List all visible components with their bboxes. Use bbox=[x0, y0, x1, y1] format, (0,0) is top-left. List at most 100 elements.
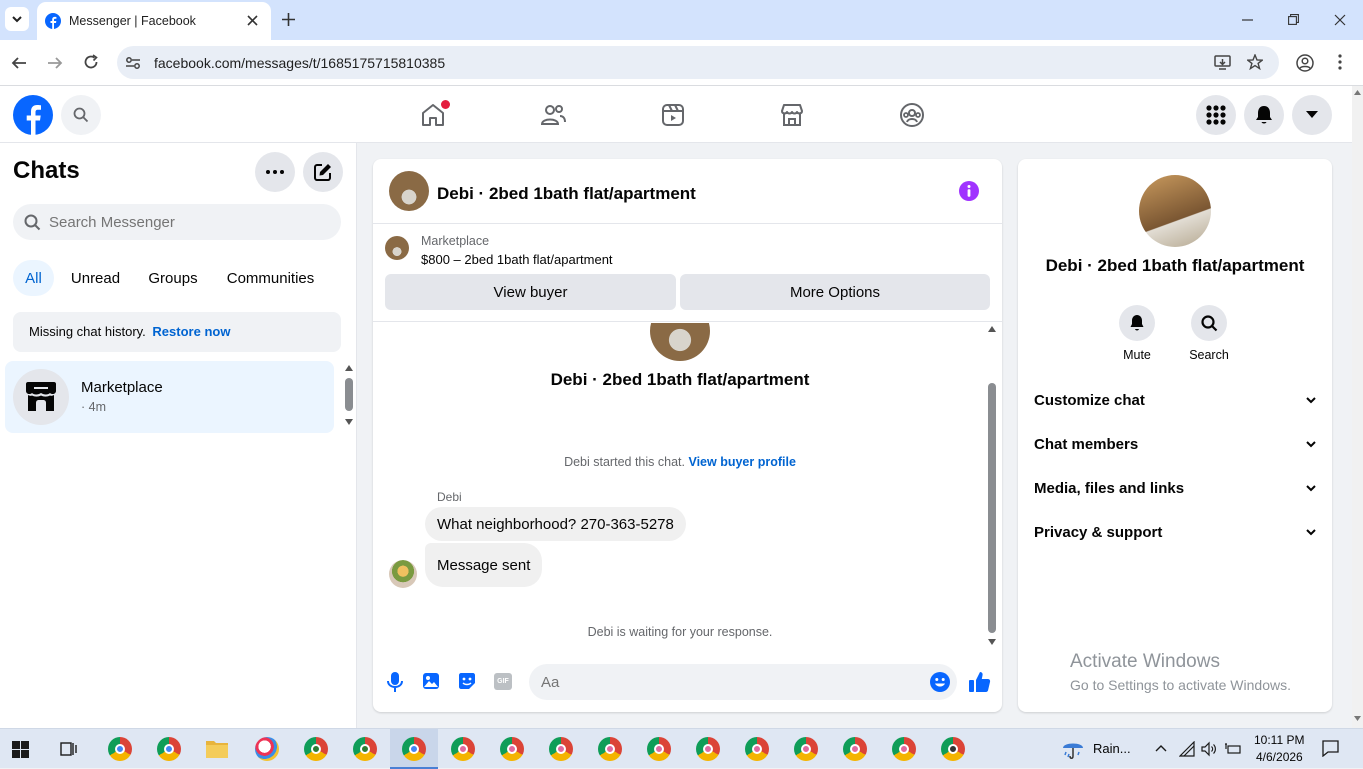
restore-icon[interactable] bbox=[1288, 14, 1299, 25]
battery-plug-icon[interactable] bbox=[1225, 741, 1241, 757]
chrome-taskbar-icon[interactable] bbox=[549, 737, 573, 761]
network-icon[interactable] bbox=[1179, 741, 1195, 757]
install-app-icon[interactable] bbox=[1214, 54, 1231, 71]
tab-list-button[interactable] bbox=[5, 7, 29, 31]
close-window-icon[interactable] bbox=[1334, 14, 1346, 26]
minimize-icon[interactable] bbox=[1242, 19, 1253, 21]
gif-icon[interactable]: GIF bbox=[494, 673, 512, 690]
chrome-taskbar-icon[interactable] bbox=[353, 737, 377, 761]
view-buyer-profile-link[interactable]: View buyer profile bbox=[688, 455, 795, 469]
chrome-profile-taskbar-icon[interactable] bbox=[157, 737, 181, 761]
paint-taskbar-icon[interactable] bbox=[255, 737, 279, 761]
message-bubble[interactable]: What neighborhood? 270-363-5278 bbox=[425, 507, 686, 541]
chrome-taskbar-icon[interactable] bbox=[500, 737, 524, 761]
chrome-taskbar-icon[interactable] bbox=[794, 737, 818, 761]
new-message-button[interactable] bbox=[303, 152, 343, 192]
chrome-taskbar-icon[interactable] bbox=[108, 737, 132, 761]
task-view-icon[interactable] bbox=[60, 740, 78, 758]
search-conversation-button[interactable] bbox=[1191, 305, 1227, 341]
message-input[interactable] bbox=[541, 664, 911, 700]
chrome-taskbar-icon[interactable] bbox=[304, 737, 328, 761]
notification-center-icon[interactable] bbox=[1322, 740, 1339, 757]
search-facebook-button[interactable] bbox=[61, 95, 101, 135]
chrome-taskbar-icon[interactable] bbox=[696, 737, 720, 761]
conversation-title[interactable]: Debi · 2bed 1bath flat/apartment bbox=[437, 184, 696, 204]
facebook-logo-icon[interactable] bbox=[13, 95, 53, 135]
rain-weather-icon[interactable] bbox=[1061, 738, 1085, 760]
address-bar[interactable]: facebook.com/messages/t/1685175715810385 bbox=[117, 46, 1279, 79]
scrollbar-thumb[interactable] bbox=[988, 383, 996, 633]
chat-options-button[interactable] bbox=[255, 152, 295, 192]
like-thumb-icon[interactable] bbox=[969, 671, 991, 693]
chrome-taskbar-icon[interactable] bbox=[451, 737, 475, 761]
close-tab-icon[interactable] bbox=[247, 15, 258, 26]
browser-menu-icon[interactable] bbox=[1338, 54, 1342, 70]
mute-button[interactable] bbox=[1119, 305, 1155, 341]
chrome-active-taskbar-icon[interactable] bbox=[402, 737, 426, 761]
message-composer[interactable] bbox=[529, 664, 957, 700]
photo-attach-icon[interactable] bbox=[422, 672, 440, 690]
search-messenger-input[interactable] bbox=[49, 204, 329, 240]
chrome-taskbar-icon[interactable] bbox=[892, 737, 916, 761]
search-action[interactable]: Search bbox=[1184, 305, 1234, 362]
notifications-button[interactable] bbox=[1244, 95, 1284, 135]
filter-communities[interactable]: Communities bbox=[214, 260, 327, 296]
show-hidden-icons-icon[interactable] bbox=[1155, 744, 1167, 752]
nav-marketplace[interactable] bbox=[772, 95, 812, 135]
reload-icon[interactable] bbox=[83, 54, 99, 70]
scroll-down-icon[interactable] bbox=[988, 639, 996, 645]
chrome-taskbar-icon[interactable] bbox=[745, 737, 769, 761]
page-scrollbar[interactable] bbox=[1352, 86, 1363, 728]
privacy-support-section[interactable]: Privacy & support bbox=[1034, 517, 1316, 547]
sticker-icon[interactable] bbox=[458, 672, 476, 690]
clock-time[interactable]: 10:11 PM bbox=[1254, 733, 1304, 747]
search-messenger-box[interactable] bbox=[13, 204, 341, 240]
scroll-down-icon[interactable] bbox=[1354, 716, 1361, 721]
emoji-icon[interactable] bbox=[930, 672, 950, 692]
listing-thumbnail[interactable] bbox=[385, 236, 409, 260]
clock-date[interactable]: 4/6/2026 bbox=[1256, 750, 1303, 764]
back-arrow-icon[interactable] bbox=[11, 55, 27, 71]
conversation-info-icon[interactable] bbox=[959, 181, 979, 201]
profile-icon[interactable] bbox=[1296, 54, 1314, 72]
account-button[interactable] bbox=[1292, 95, 1332, 135]
new-tab-icon[interactable] bbox=[282, 13, 295, 26]
filter-groups[interactable]: Groups bbox=[137, 260, 209, 296]
messages-scrollbar[interactable] bbox=[986, 323, 998, 649]
nav-groups[interactable] bbox=[892, 95, 932, 135]
nav-friends[interactable] bbox=[533, 95, 573, 135]
more-options-button[interactable]: More Options bbox=[680, 274, 990, 310]
nav-video[interactable] bbox=[653, 95, 693, 135]
chat-members-section[interactable]: Chat members bbox=[1034, 429, 1316, 459]
chrome-taskbar-icon[interactable] bbox=[647, 737, 671, 761]
info-avatar[interactable] bbox=[1139, 175, 1211, 247]
listing-title[interactable]: $800 – 2bed 1bath flat/apartment bbox=[421, 252, 613, 267]
menu-button[interactable] bbox=[1196, 95, 1236, 135]
view-buyer-button[interactable]: View buyer bbox=[385, 274, 676, 310]
bookmark-star-icon[interactable] bbox=[1247, 54, 1263, 70]
message-bubble[interactable]: Message sent bbox=[425, 543, 543, 587]
media-files-links-section[interactable]: Media, files and links bbox=[1034, 473, 1316, 503]
chat-list-item[interactable]: Marketplace · 4m bbox=[5, 361, 334, 433]
contact-avatar[interactable] bbox=[389, 171, 429, 211]
restore-now-link[interactable]: Restore now bbox=[152, 324, 230, 339]
scroll-up-icon[interactable] bbox=[1354, 90, 1361, 95]
scroll-up-icon[interactable] bbox=[988, 326, 996, 332]
chrome-taskbar-icon[interactable] bbox=[598, 737, 622, 761]
weather-text[interactable]: Rain... bbox=[1093, 741, 1131, 756]
site-settings-icon[interactable] bbox=[125, 55, 141, 71]
volume-icon[interactable] bbox=[1201, 741, 1217, 757]
scroll-down-icon[interactable] bbox=[345, 419, 353, 425]
file-explorer-icon[interactable] bbox=[206, 739, 228, 758]
forward-arrow-icon[interactable] bbox=[47, 55, 63, 71]
scroll-up-icon[interactable] bbox=[345, 365, 353, 371]
chrome-taskbar-icon[interactable] bbox=[941, 737, 965, 761]
browser-tab[interactable]: Messenger | Facebook bbox=[37, 2, 271, 40]
filter-unread[interactable]: Unread bbox=[59, 260, 132, 296]
voice-clip-icon[interactable] bbox=[387, 672, 403, 692]
scrollbar-thumb[interactable] bbox=[345, 378, 353, 411]
mute-action[interactable]: Mute bbox=[1114, 305, 1160, 362]
nav-home[interactable] bbox=[413, 95, 453, 135]
chrome-taskbar-icon[interactable] bbox=[843, 737, 867, 761]
customize-chat-section[interactable]: Customize chat bbox=[1034, 385, 1316, 415]
